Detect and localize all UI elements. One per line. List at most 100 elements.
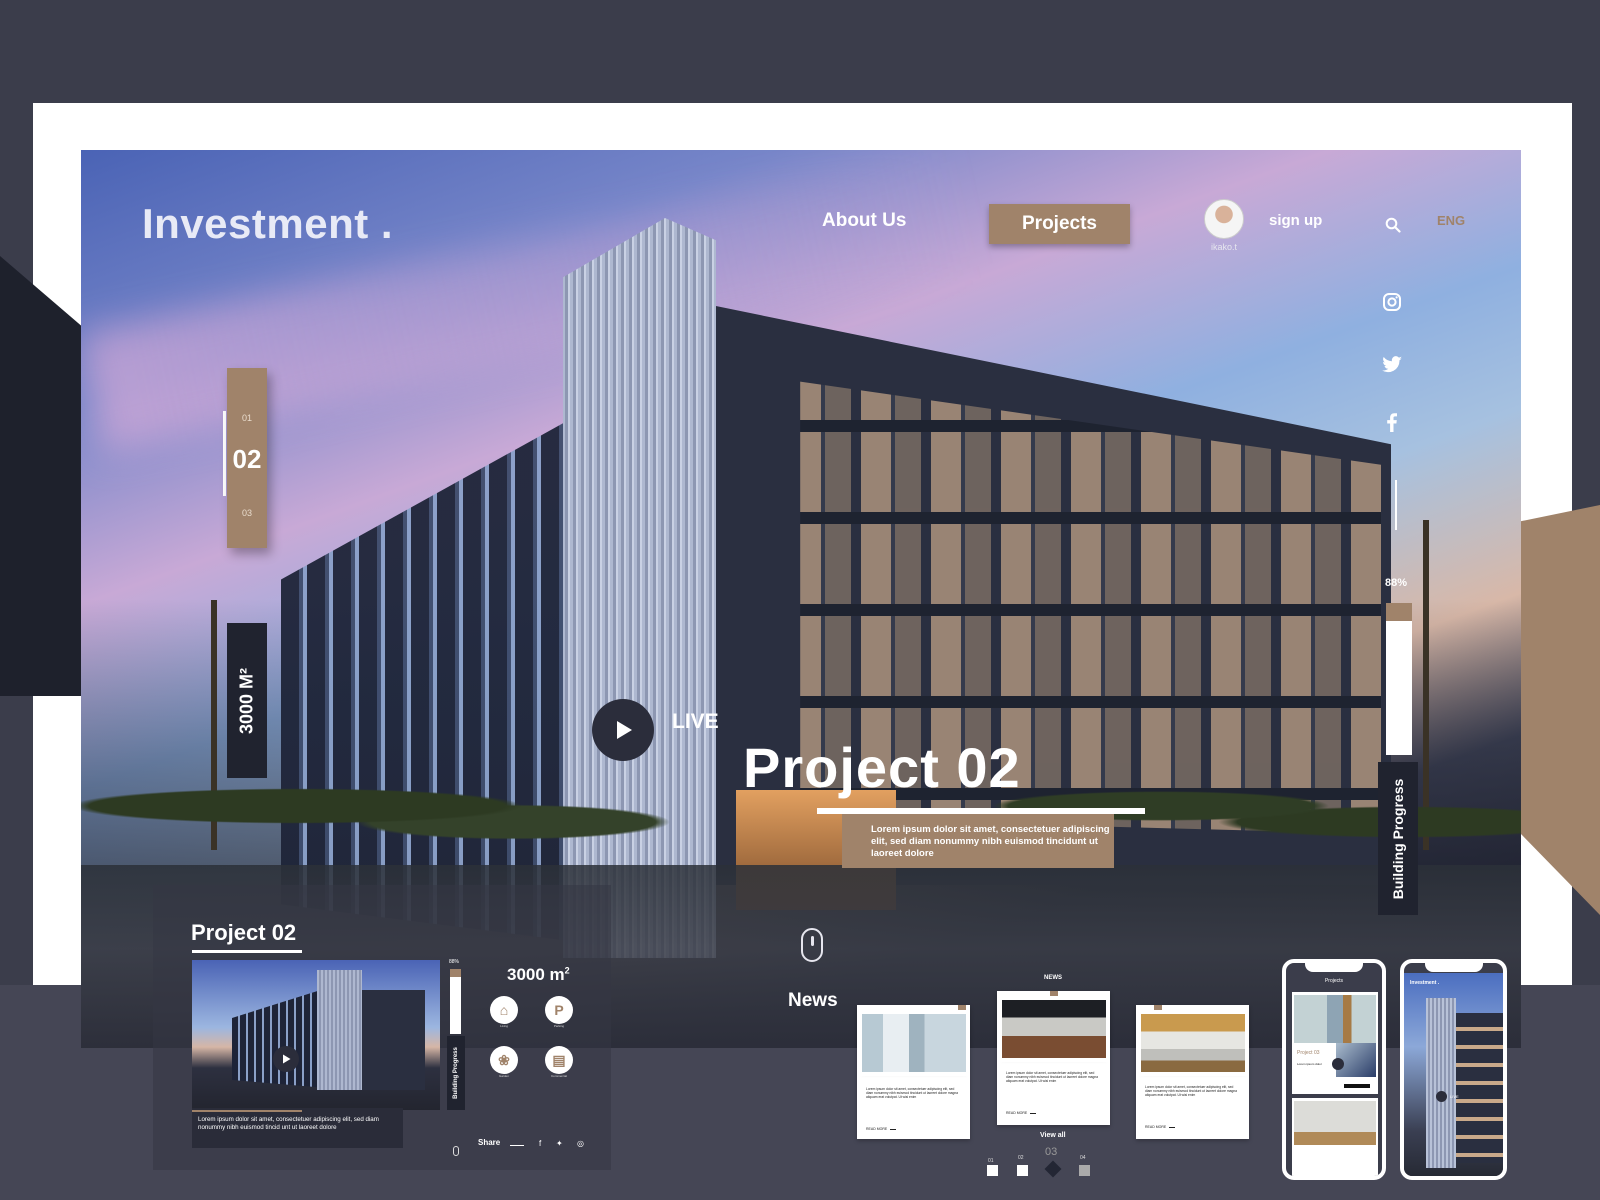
phone-hero-image	[1404, 973, 1503, 1176]
scroll-mouse-icon[interactable]	[801, 928, 823, 962]
preview-progress-bar	[450, 969, 461, 1034]
preview-title: Project 02	[191, 920, 297, 945]
tree-icon: ❀	[490, 1046, 518, 1074]
nav-about-us[interactable]: About Us	[822, 210, 906, 232]
slide-item-01[interactable]: 01	[227, 413, 267, 423]
page-label-04: 04	[1080, 1155, 1086, 1161]
slide-item-02-active[interactable]: 02	[227, 444, 267, 475]
scroll-mouse-icon[interactable]	[453, 1146, 459, 1156]
building-icon: ▤	[545, 1046, 573, 1074]
share-label: Share	[478, 1138, 501, 1147]
phone-mockup-home: Investment . LIVE	[1400, 959, 1507, 1180]
page-label-01: 01	[988, 1158, 994, 1164]
preview-area-unit: 2	[564, 965, 570, 976]
avatar[interactable]	[1204, 199, 1244, 239]
read-more-link[interactable]: READ MORE	[866, 1127, 896, 1131]
read-more-link[interactable]: READ MORE	[1006, 1111, 1036, 1115]
twitter-icon[interactable]	[1380, 352, 1404, 376]
phone-card-image	[1294, 995, 1376, 1043]
amenity-label: Commercial	[550, 1074, 567, 1078]
page-04-button[interactable]	[1079, 1165, 1090, 1176]
phone-project-card: Project 03 Lorem ipsum dolor	[1292, 992, 1378, 1094]
page-01-button[interactable]	[987, 1165, 998, 1176]
news-card-text: Lorem ipsum dolor sit amet, consectetuer…	[1006, 1071, 1098, 1083]
hero-title: Project 02	[743, 736, 1021, 799]
view-all-link[interactable]: View all	[1040, 1132, 1066, 1139]
area-tag-label: 3000 M²	[236, 667, 257, 734]
amenity-commercial[interactable]: ▤ Commercial	[545, 1046, 579, 1078]
preview-progress-fill	[450, 969, 461, 977]
preview-accent-line	[192, 1110, 302, 1112]
phone-progress-bar	[1344, 1084, 1370, 1088]
amenity-parking[interactable]: P Parking	[545, 996, 579, 1028]
news-card-image	[1002, 1000, 1106, 1058]
preview-area: 3000 m2	[507, 965, 570, 985]
share-divider	[510, 1145, 524, 1146]
phone-notch	[1424, 963, 1483, 972]
language-selector[interactable]: ENG	[1437, 213, 1465, 228]
news-card-text: Lorem ipsum dolor sit amet, consectetuer…	[866, 1087, 958, 1099]
divider-line	[1395, 480, 1397, 530]
preview-play-button[interactable]	[273, 1046, 299, 1072]
phone-brand: Investment .	[1410, 980, 1440, 986]
phone-play-button	[1332, 1058, 1344, 1070]
hero-description: Lorem ipsum dolor sit amet, consectetuer…	[842, 814, 1114, 868]
phone-card-sub: Lorem ipsum dolor	[1297, 1062, 1322, 1066]
facebook-icon[interactable]: f	[539, 1139, 541, 1148]
user-name: ikako.t	[1211, 242, 1238, 252]
preview-title-underline	[192, 950, 302, 953]
preview-image[interactable]	[192, 960, 440, 1110]
amenity-label: Garden	[498, 1074, 509, 1078]
news-card[interactable]: Lorem ipsum dolor sit amet, consectetuer…	[997, 991, 1110, 1125]
read-more-link[interactable]: READ MORE	[1145, 1125, 1175, 1129]
preview-progress-label: Building Progress	[453, 1047, 459, 1099]
preview-description: Lorem ipsum dolor sit amet, consectetuer…	[198, 1116, 379, 1131]
preview-progress-label-box: Building Progress	[447, 1036, 465, 1110]
slide-item-03[interactable]: 03	[227, 508, 267, 518]
phone-live-label: LIVE	[1450, 1094, 1459, 1099]
amenity-garden[interactable]: ❀ Garden	[490, 1046, 524, 1078]
phone-play-button	[1436, 1091, 1447, 1102]
phone-card-title: Project 03	[1297, 1050, 1320, 1056]
phone-project-card	[1292, 1098, 1378, 1176]
phone-notch	[1305, 963, 1363, 972]
facebook-icon[interactable]	[1380, 410, 1404, 434]
phone-card-image	[1294, 1101, 1376, 1145]
slide-navigator: 01 02 03	[227, 368, 267, 548]
play-video-button[interactable]	[592, 699, 654, 761]
phone-title: Projects	[1324, 978, 1344, 984]
phone-building-main	[1456, 1013, 1503, 1163]
page-label-02: 02	[1018, 1155, 1024, 1161]
decorative-shape-left	[0, 256, 82, 696]
signup-link[interactable]: sign up	[1269, 212, 1322, 229]
news-card-image	[1141, 1014, 1245, 1072]
phone-mockup-projects: Projects Project 03 Lorem ipsum dolor	[1282, 959, 1386, 1180]
preview-area-value: 3000 m	[507, 965, 565, 984]
progress-percent: 88%	[1385, 577, 1408, 589]
progress-label: Building Progress	[1390, 778, 1406, 899]
brand-logo[interactable]: Investment .	[142, 200, 393, 248]
nav-projects-label: Projects	[1022, 213, 1097, 234]
news-card[interactable]: Lorem ipsum dolor sit amet, consectetuer…	[1136, 1005, 1249, 1139]
search-icon[interactable]	[1385, 217, 1401, 233]
amenity-label: Parking	[553, 1024, 565, 1028]
nav-projects-button[interactable]: Projects	[989, 204, 1130, 244]
home-icon: ⌂	[490, 996, 518, 1024]
twitter-icon[interactable]: ✦	[556, 1139, 563, 1148]
news-heading: News	[788, 990, 838, 1011]
amenity-living[interactable]: ⌂ Living	[490, 996, 524, 1028]
progress-label-box: Building Progress	[1378, 762, 1418, 915]
instagram-icon[interactable]: ◎	[577, 1139, 584, 1148]
phone-building-tower	[1426, 998, 1456, 1168]
progress-bar	[1386, 603, 1412, 755]
page-label-03-active: 03	[1045, 1146, 1058, 1158]
slide-indicator-bar	[223, 411, 226, 496]
news-card[interactable]: Lorem ipsum dolor sit amet, consectetuer…	[857, 1005, 970, 1139]
instagram-icon[interactable]	[1380, 290, 1404, 314]
news-sub-heading: NEWS	[1044, 975, 1062, 981]
preview-progress-percent: 88%	[449, 959, 460, 965]
live-label[interactable]: LIVE	[672, 710, 719, 734]
news-card-text: Lorem ipsum dolor sit amet, consectetuer…	[1145, 1085, 1237, 1097]
news-card-image	[862, 1014, 966, 1072]
page-02-button[interactable]	[1017, 1165, 1028, 1176]
